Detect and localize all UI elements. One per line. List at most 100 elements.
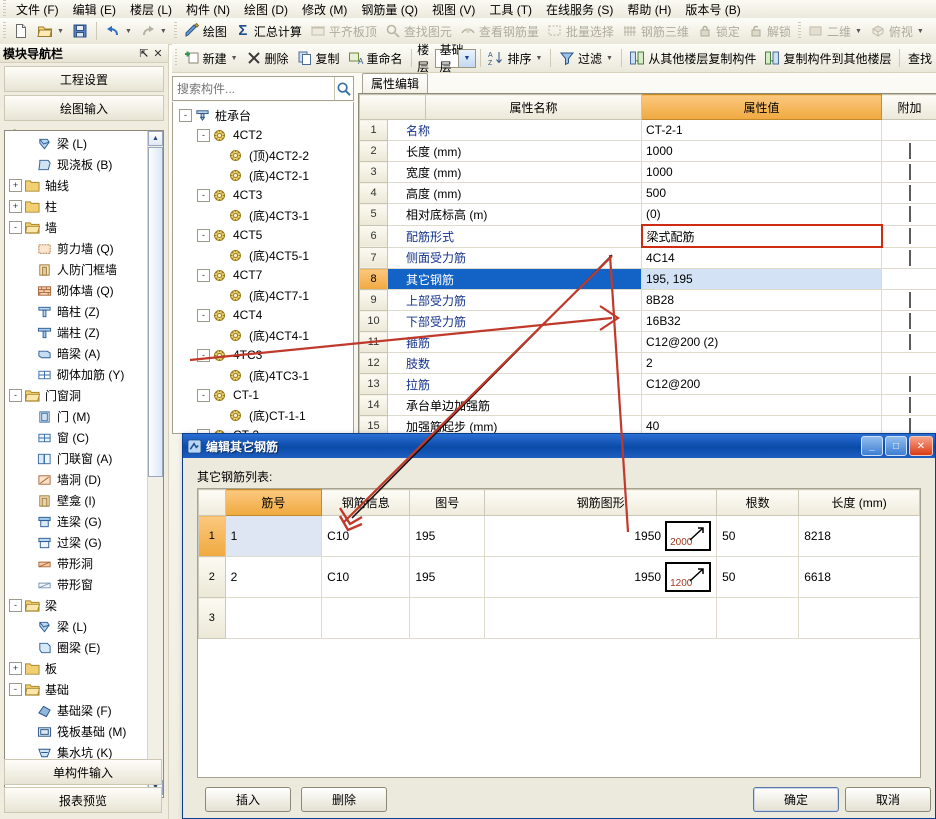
view-rebar-button[interactable]: 查看钢筋量 [456, 19, 543, 43]
attach-checkbox[interactable] [908, 164, 911, 180]
module-tree[interactable]: 梁 (L) 现浇板 (B) + 轴线 + 柱 - 墙剪力墙 (Q) 人防门框墙 砌体墙 (Q) 暗柱… [4, 130, 164, 798]
undo-button[interactable]: ▼ [101, 19, 136, 43]
open-file-button[interactable]: ▼ [33, 19, 68, 43]
tree-expander-minus-icon[interactable]: - [9, 683, 22, 696]
property-row[interactable]: 11 箍筋 C12@200 (2) [359, 331, 936, 353]
module-tree-item[interactable]: 门 (M) [5, 406, 148, 427]
pin-icon[interactable]: ⇱ [137, 47, 151, 60]
module-tree-item[interactable]: 墙洞 (D) [5, 469, 148, 490]
module-tree-scrollbar[interactable]: ▲ ▼ [147, 131, 163, 795]
component-tree-item[interactable]: - 4CT3 [173, 185, 353, 205]
property-row-value[interactable]: 16B32 [641, 310, 882, 332]
module-tree-item[interactable]: 带形洞 [5, 553, 148, 574]
property-row-value[interactable]: 4C14 [641, 246, 882, 269]
search-input[interactable] [173, 80, 334, 97]
component-tree-item[interactable]: (底)4CT5-1 [173, 245, 353, 265]
rebar-info[interactable]: C10 [321, 515, 411, 557]
rebar-row[interactable]: 3 [198, 597, 920, 639]
property-row-attach-cell[interactable] [881, 352, 936, 374]
component-tree-item[interactable]: (底)4CT7-1 [173, 285, 353, 305]
rename-component-button[interactable]: A 重命名 [344, 46, 407, 70]
rebar-shape-cell[interactable]: 1950 1200 [490, 562, 712, 592]
property-row-attach-cell[interactable] [881, 268, 936, 290]
rebar-shape-cell[interactable]: 1950 2000 [490, 521, 712, 551]
property-row[interactable]: 1 名称 CT-2-1 [359, 119, 936, 141]
component-tree[interactable]: - 桩承台 -4CT2 (顶)4CT2-2 (底)4CT2-1-4CT3 (底)4CT3-… [172, 102, 354, 434]
redo-caret[interactable]: ▼ [160, 28, 167, 35]
module-tree-item[interactable]: 连梁 (G) [5, 511, 148, 532]
copy-to-other-floor-button[interactable]: 复制构件到其他楼层 [760, 46, 895, 70]
property-row[interactable]: 13 拉筋 C12@200 [359, 373, 936, 395]
rebar-count[interactable] [716, 597, 800, 639]
component-tree-item[interactable]: - 4CT4 [173, 305, 353, 325]
property-row-attach-cell[interactable] [881, 182, 936, 204]
menu-help[interactable]: 帮助 (H) [620, 0, 678, 19]
rebar-count[interactable]: 50 [716, 515, 800, 557]
scroll-up-button[interactable]: ▲ [148, 131, 163, 146]
other-rebar-table[interactable]: 筋号 钢筋信息 图号 钢筋图形 根数 长度 (mm) 1 1 C10 195 1950 2… [197, 488, 921, 778]
tree-expander-minus-icon[interactable]: - [197, 128, 210, 142]
new-component-button[interactable]: 新建 ▼ [180, 46, 242, 70]
attach-checkbox[interactable] [908, 292, 911, 308]
attach-checkbox[interactable] [908, 334, 911, 350]
rebar-info[interactable]: C10 [321, 556, 411, 598]
tree-expander-plus-icon[interactable]: + [9, 200, 22, 213]
property-row-value[interactable]: 195, 195 [641, 268, 882, 290]
dialog-titlebar[interactable]: 编辑其它钢筋 _ □ ✕ [183, 434, 935, 458]
menu-rebar-qty[interactable]: 钢筋量 (Q) [354, 0, 425, 19]
tree-expander-minus-icon[interactable]: - [9, 389, 22, 402]
module-tree-item[interactable]: 过梁 (G) [5, 532, 148, 553]
property-row-value[interactable]: 8B28 [641, 289, 882, 311]
property-row[interactable]: 12 肢数 2 [359, 352, 936, 374]
cancel-button[interactable]: 取消 [845, 787, 931, 812]
unlock-button[interactable]: 解锁 [744, 19, 795, 43]
module-tree-item[interactable]: 带形窗 [5, 574, 148, 595]
sort-caret[interactable]: ▼ [536, 55, 543, 62]
module-tree-item[interactable]: 暗梁 (A) [5, 343, 148, 364]
attach-checkbox[interactable] [908, 418, 911, 434]
property-row[interactable]: 3 宽度 (mm) 1000 [359, 161, 936, 183]
new-component-caret[interactable]: ▼ [231, 55, 238, 62]
property-row-value[interactable] [641, 394, 882, 416]
scroll-thumb[interactable] [148, 147, 163, 477]
module-tree-item[interactable]: 圈梁 (E) [5, 637, 148, 658]
module-tree-item[interactable]: - 门窗洞 [5, 385, 148, 406]
tree-expander-minus-icon[interactable]: - [197, 388, 210, 402]
attach-checkbox[interactable] [908, 249, 911, 266]
property-row[interactable]: 9 上部受力筋 8B28 [359, 289, 936, 311]
module-tree-item[interactable]: + 柱 [5, 196, 148, 217]
find-element-button[interactable]: 查找图元 [381, 19, 456, 43]
copy-from-other-floor-button[interactable]: 从其他楼层复制构件 [625, 46, 760, 70]
rebar-bar-no[interactable] [224, 597, 323, 639]
module-tree-item[interactable]: 暗柱 (Z) [5, 301, 148, 322]
open-file-caret[interactable]: ▼ [57, 28, 64, 35]
property-row-value[interactable]: 500 [641, 182, 882, 204]
delete-row-button[interactable]: 删除 [301, 787, 387, 812]
component-tree-item[interactable]: - 4TC3 [173, 345, 353, 365]
module-tree-item[interactable]: -梁 [5, 595, 148, 616]
attach-checkbox[interactable] [908, 185, 911, 201]
menu-draw[interactable]: 绘图 (D) [237, 0, 295, 19]
tree-expander-minus-icon[interactable]: - [197, 348, 210, 362]
module-tree-item[interactable]: 剪力墙 (Q) [5, 238, 148, 259]
align-slab-button[interactable]: 平齐板顶 [306, 19, 381, 43]
sort-button[interactable]: AZ 排序 ▼ [484, 46, 546, 70]
property-row-attach-cell[interactable] [881, 224, 936, 248]
ok-button[interactable]: 确定 [753, 787, 839, 812]
single-component-input-button[interactable]: 单构件输入 [4, 759, 162, 785]
menu-online-service[interactable]: 在线服务 (S) [539, 0, 620, 19]
draw-button[interactable]: 绘图 [180, 19, 231, 43]
top-view-button[interactable]: 俯视 ▼ [866, 19, 928, 43]
property-row-value[interactable]: 1000 [641, 140, 882, 162]
rebar-bar-no[interactable]: 1 [224, 515, 323, 557]
property-row-value[interactable]: CT-2-1 [641, 119, 882, 141]
property-row-attach-cell[interactable] [881, 394, 936, 416]
property-row-value[interactable]: 2 [641, 352, 882, 374]
rebar-length[interactable] [798, 597, 920, 639]
module-tree-item[interactable]: 壁龛 (I) [5, 490, 148, 511]
tree-expander-minus-icon[interactable]: - [197, 188, 210, 202]
module-tree-item[interactable]: 人防门框墙 [5, 259, 148, 280]
tree-expander-plus-icon[interactable]: + [9, 662, 22, 675]
attach-checkbox[interactable] [908, 143, 911, 159]
module-tree-item[interactable]: 门联窗 (A) [5, 448, 148, 469]
